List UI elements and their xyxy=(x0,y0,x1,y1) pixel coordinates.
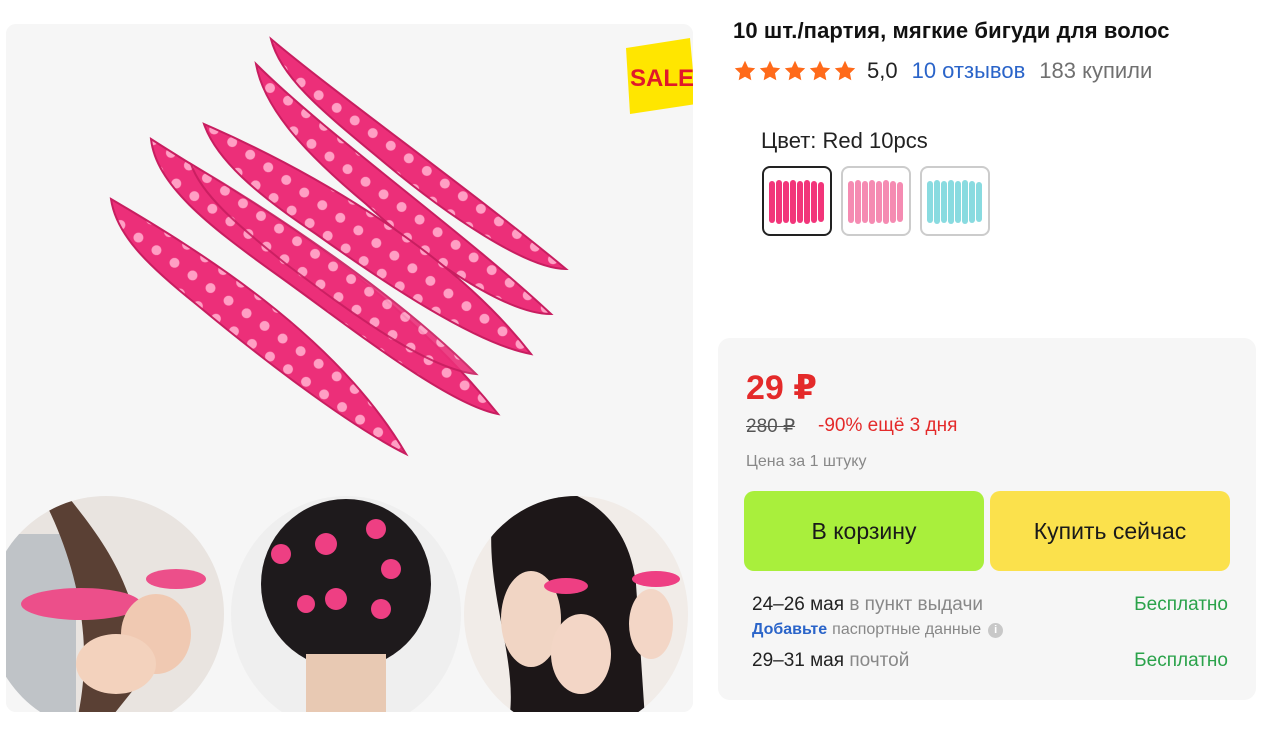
color-label: Цвет: Red 10pcs xyxy=(761,128,928,153)
star-icon xyxy=(809,60,831,81)
rating-stars xyxy=(733,59,857,83)
color-swatches xyxy=(762,166,990,236)
delivery-post: 29–31 мая почтой xyxy=(752,650,909,672)
unit-price-note: Цена за 1 штуку xyxy=(746,453,867,470)
add-to-cart-button[interactable]: В корзину xyxy=(744,491,984,571)
swatch-red[interactable] xyxy=(762,166,832,236)
discount-label: -90% ещё 3 дня xyxy=(818,415,958,436)
pickup-price: Бесплатно xyxy=(1134,594,1228,615)
product-image[interactable]: SALE xyxy=(6,24,693,712)
old-price: 280 ₽ xyxy=(746,416,796,437)
star-icon xyxy=(759,60,781,81)
sale-badge-icon: SALE xyxy=(626,38,693,114)
passport-note: Добавьте паспортные данные i xyxy=(752,621,1004,639)
pickup-method: в пункт выдачи xyxy=(849,594,983,615)
add-passport-link[interactable]: Добавьте xyxy=(752,621,827,639)
svg-text:SALE: SALE xyxy=(630,65,693,92)
product-title: 10 шт./партия, мягкие бигуди для волос xyxy=(733,18,1170,43)
swatch-blue[interactable] xyxy=(920,166,990,236)
post-price: Бесплатно xyxy=(1134,650,1228,671)
rating-row: 5,0 10 отзывов 183 купили xyxy=(733,56,1152,86)
curlers-red-icon xyxy=(767,171,827,231)
star-icon xyxy=(834,60,856,81)
passport-text: паспортные данные xyxy=(832,621,982,638)
curlers-blue-icon xyxy=(925,171,985,231)
curlers-pink-icon xyxy=(846,171,906,231)
reviews-link[interactable]: 10 отзывов xyxy=(912,58,1026,84)
post-method: почтой xyxy=(849,650,910,671)
price-card: 29 ₽ 280 ₽ -90% ещё 3 дня Цена за 1 штук… xyxy=(718,338,1256,700)
star-icon xyxy=(784,60,806,81)
rating-value: 5,0 xyxy=(867,58,898,83)
info-icon[interactable]: i xyxy=(988,622,1004,638)
post-date: 29–31 мая xyxy=(752,650,845,671)
delivery-pickup: 24–26 мая в пункт выдачи xyxy=(752,594,983,616)
bought-count: 183 купили xyxy=(1039,58,1153,83)
pickup-date: 24–26 мая xyxy=(752,594,845,615)
buy-now-button[interactable]: Купить сейчас xyxy=(990,491,1230,571)
current-price: 29 ₽ xyxy=(746,369,817,407)
star-icon xyxy=(734,60,756,81)
swatch-pink[interactable] xyxy=(841,166,911,236)
